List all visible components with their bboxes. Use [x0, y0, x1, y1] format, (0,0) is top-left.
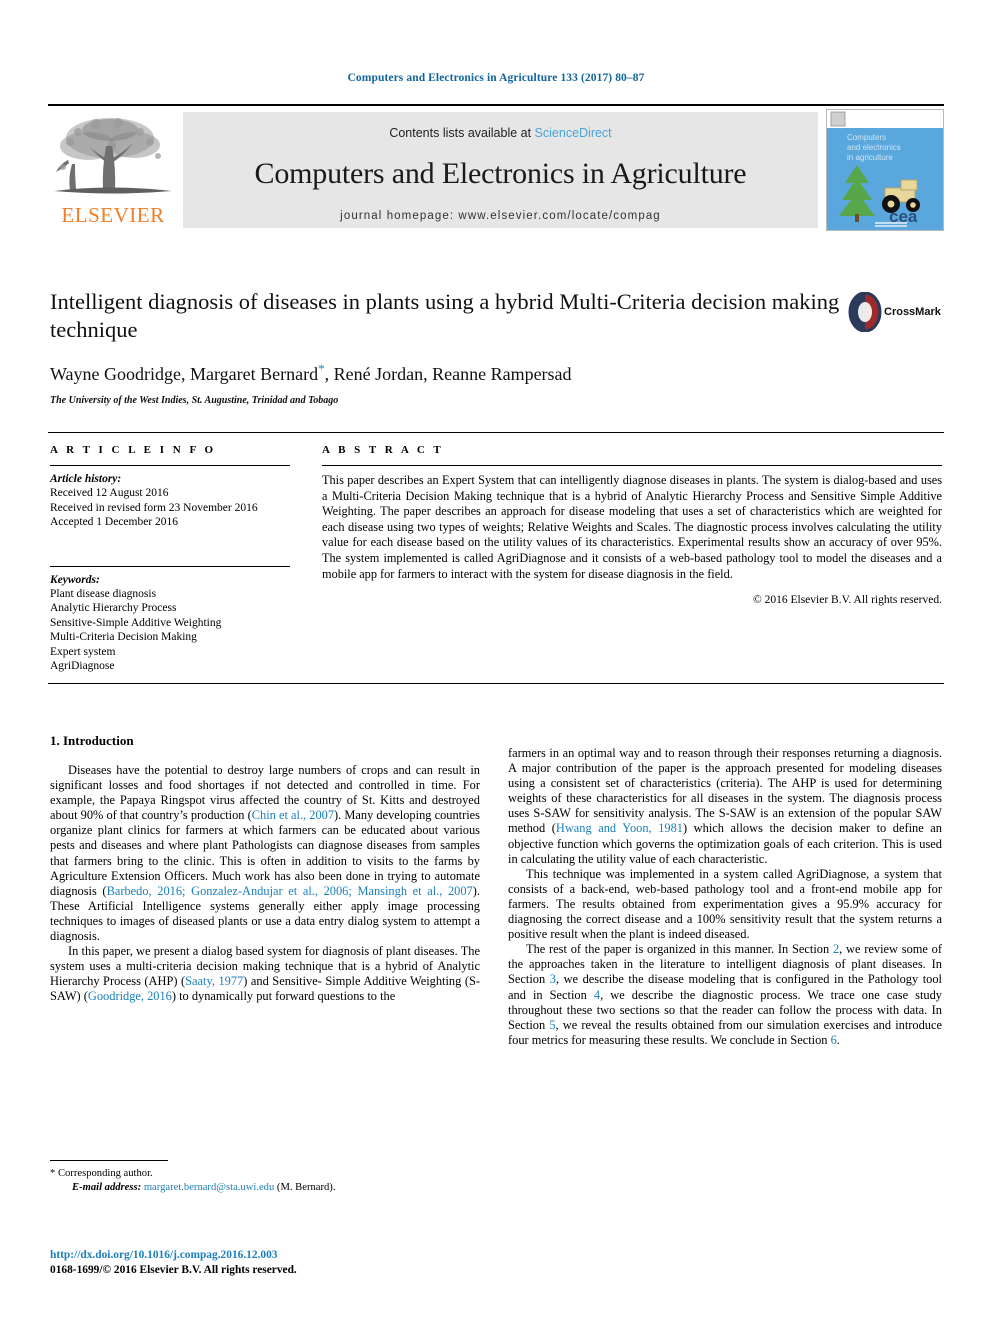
elsevier-logo: ELSEVIER [48, 112, 178, 230]
issn-copyright: 0168-1699/© 2016 Elsevier B.V. All right… [50, 1263, 297, 1276]
article-history-item: Accepted 1 December 2016 [50, 516, 179, 528]
article-info-column: A R T I C L E I N F O Article history: R… [50, 444, 290, 674]
paragraph-text: The rest of the paper is organized in th… [526, 942, 833, 957]
body-column-left: 1. Introduction Diseases have the potent… [50, 733, 480, 1005]
page-title: Intelligent diagnosis of diseases in pla… [50, 289, 840, 342]
elsevier-wordmark: ELSEVIER [61, 203, 165, 227]
footnote-block: * Corresponding author. E-mail address: … [50, 1160, 480, 1195]
paragraph: In this paper, we present a dialog based… [50, 944, 480, 1004]
keywords-rule [50, 565, 290, 567]
abstract-text: This paper describes an Expert System th… [322, 473, 942, 581]
keyword-item: Sensitive-Simple Additive Weighting [50, 616, 222, 629]
citation-link[interactable]: Hwang and Yoon, 1981 [556, 821, 683, 835]
body-column-right: farmers in an optimal way and to reason … [508, 746, 942, 1048]
email-suffix: (M. Bernard). [274, 1182, 336, 1193]
article-history-item: Received in revised form 23 November 201… [50, 501, 258, 514]
abstract-heading: A B S T R A C T [322, 444, 444, 456]
contents-available-line: Contents lists available at ScienceDirec… [183, 112, 818, 140]
article-history-label: Article history: [50, 473, 122, 485]
svg-text:in agriculture: in agriculture [847, 153, 893, 162]
journal-homepage[interactable]: journal homepage: www.elsevier.com/locat… [183, 210, 818, 222]
abstract-column: A B S T R A C T This paper describes an … [322, 444, 942, 606]
paragraph-text: , we reveal the results obtained from ou… [508, 1017, 943, 1047]
corresponding-author-note: * Corresponding author. [50, 1168, 153, 1179]
paragraph: The rest of the paper is organized in th… [508, 942, 942, 1048]
svg-text:Computers: Computers [847, 133, 886, 142]
svg-text:and electronics: and electronics [847, 143, 901, 152]
doi-link[interactable]: http://dx.doi.org/10.1016/j.compag.2016.… [50, 1248, 510, 1263]
paragraph-text: . [836, 1032, 840, 1047]
citation-link[interactable]: Saaty, 1977 [185, 974, 243, 988]
keyword-item: Analytic Hierarchy Process [50, 602, 177, 614]
footer-block: http://dx.doi.org/10.1016/j.compag.2016.… [50, 1248, 510, 1277]
title-block: Intelligent diagnosis of diseases in pla… [50, 288, 840, 406]
affiliation: The University of the West Indies, St. A… [50, 395, 339, 406]
journal-cover-thumbnail: Computers and electronics in agriculture [826, 109, 944, 231]
info-divider-top [48, 432, 944, 433]
article-info-heading: A R T I C L E I N F O [50, 444, 217, 456]
keywords-block: Keywords: Plant disease diagnosis Analyt… [50, 565, 290, 674]
keyword-item: Expert system [50, 645, 116, 658]
section-title-introduction: 1. Introduction [50, 733, 134, 748]
authors-tail: , René Jordan, Reanne Rampersad [324, 364, 572, 384]
citation-link[interactable]: Goodridge, 2016 [88, 989, 172, 1003]
paragraph: farmers in an optimal way and to reason … [508, 746, 942, 867]
info-divider-bottom [48, 683, 944, 684]
article-history-item: Received 12 August 2016 [50, 487, 169, 499]
elsevier-tree-icon [54, 118, 172, 194]
masthead-banner: Contents lists available at ScienceDirec… [183, 112, 818, 228]
running-head: Computers and Electronics in Agriculture… [347, 72, 645, 84]
crossmark-icon [848, 291, 882, 333]
paragraph-text: This technique was implemented in a syst… [508, 866, 942, 942]
keyword-item: AgriDiagnose [50, 660, 115, 672]
citation-link[interactable]: Chin et al., 2007 [252, 808, 334, 822]
keyword-item: Plant disease diagnosis [50, 587, 157, 600]
paper-page: Computers and Electronics in Agriculture… [0, 0, 992, 1323]
paragraph: This technique was implemented in a syst… [508, 867, 942, 942]
keywords-label: Keywords: [50, 573, 100, 586]
author-list: Wayne Goodridge, Margaret Bernard*, René… [50, 361, 840, 385]
email-note: E-mail address: margaret.bernard@sta.uwi… [50, 1181, 480, 1195]
email-label: E-mail address: [72, 1182, 142, 1193]
authors-head: Wayne Goodridge, Margaret Bernard [50, 364, 319, 384]
abstract-copyright: © 2016 Elsevier B.V. All rights reserved… [753, 594, 942, 607]
journal-cover-image: Computers and electronics in agriculture [827, 110, 943, 230]
journal-title: Computers and Electronics in Agriculture [254, 157, 747, 190]
contents-prefix: Contents lists available at [389, 126, 535, 140]
journal-masthead: ELSEVIER Contents lists available at Sci… [48, 104, 944, 232]
keyword-item: Multi-Criteria Decision Making [50, 631, 197, 643]
abstract-rule [322, 465, 942, 466]
crossmark-badge[interactable]: CrossMark [848, 291, 944, 338]
citation-link[interactable]: Barbedo, 2016; Gonzalez-Andujar et al., … [107, 884, 473, 898]
footnote-divider [50, 1160, 168, 1161]
paragraph-text: ) to dynamically put forward questions t… [171, 989, 396, 1004]
email-link[interactable]: margaret.bernard@sta.uwi.edu [144, 1182, 274, 1193]
crossmark-label: CrossMark [884, 306, 941, 318]
article-info-rule [50, 465, 290, 466]
paragraph: Diseases have the potential to destroy l… [50, 763, 480, 944]
sciencedirect-link[interactable]: ScienceDirect [535, 126, 612, 140]
